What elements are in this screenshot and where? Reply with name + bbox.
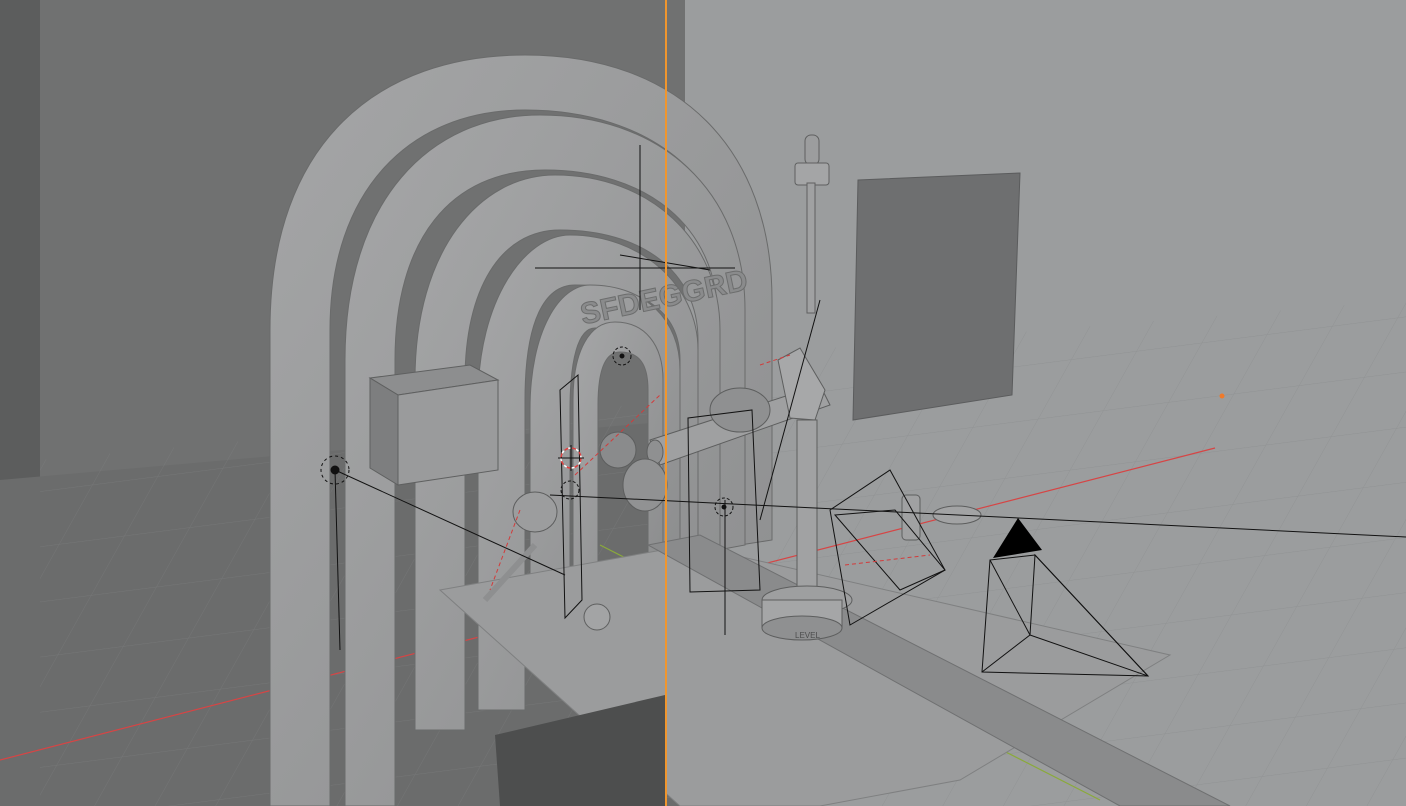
3d-viewport[interactable]: SFDEGGRD LEVEL — [0, 0, 1406, 806]
reference-image-plane[interactable] — [852, 172, 1021, 421]
distant-light-dot[interactable] — [1219, 393, 1225, 399]
sphere-object[interactable] — [583, 603, 611, 631]
viewport-canvas[interactable]: SFDEGGRD LEVEL — [0, 0, 1406, 806]
pedestal-label: LEVEL — [795, 631, 820, 640]
cube-object[interactable] — [368, 364, 500, 486]
